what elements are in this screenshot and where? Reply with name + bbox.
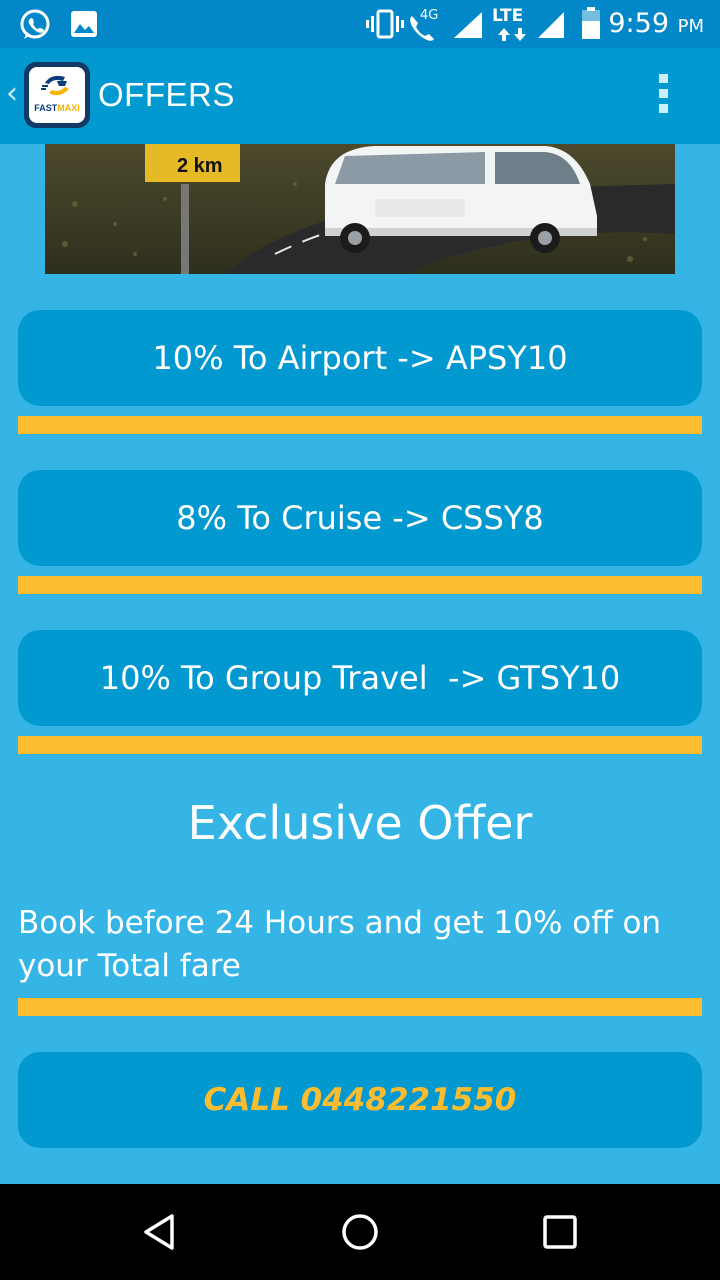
vibrate-icon (366, 9, 404, 39)
overflow-dot (659, 89, 668, 98)
recents-icon[interactable] (540, 1212, 580, 1252)
overflow-dot (659, 74, 668, 83)
offer-cruise-button[interactable]: 8% To Cruise -> CSSY8 (18, 470, 702, 566)
banner-illustration: 2 km (45, 144, 675, 274)
battery-icon (582, 7, 600, 39)
clock-time: 9:59 (608, 8, 670, 39)
app-bar: ‹ FASTMAXI OFFERS (0, 48, 720, 144)
offer-airport-button[interactable]: 10% To Airport -> APSY10 (18, 310, 702, 406)
lte-data-icon (498, 28, 526, 41)
clock-ampm: PM (677, 16, 704, 37)
page-title: OFFERS (98, 76, 235, 113)
lte-label: LTE (492, 6, 524, 26)
clock: 9:59 PM (608, 8, 704, 39)
exclusive-offer-title: Exclusive Offer (187, 796, 533, 850)
home-icon[interactable] (340, 1212, 380, 1252)
logo-mark-icon (41, 75, 69, 96)
app-logo[interactable]: FASTMAXI (24, 62, 90, 128)
whatsapp-icon (20, 9, 50, 39)
app-logo-background: FASTMAXI (29, 67, 85, 123)
back-icon[interactable] (140, 1212, 180, 1252)
signal-icon (538, 12, 564, 38)
logo-text-maxi: MAXI (57, 103, 80, 113)
status-bar: 4G LTE 9:59 PM (0, 0, 720, 48)
call-button[interactable]: CALL 0448221550 (18, 1052, 702, 1148)
banner-image: 2 km (45, 144, 675, 274)
navigation-bar (0, 1184, 720, 1280)
offer-group-travel-button[interactable]: 10% To Group Travel -> GTSY10 (18, 630, 702, 726)
divider (18, 998, 702, 1016)
image-icon (71, 11, 97, 37)
overflow-menu-icon[interactable] (658, 74, 670, 118)
svg-text:2 km: 2 km (177, 155, 223, 177)
overflow-dot (659, 104, 668, 113)
app-logo-text: FASTMAXI (31, 103, 83, 113)
signal-icon (454, 12, 482, 38)
call-network-label: 4G (420, 8, 439, 23)
logo-text-fast: FAST (34, 103, 58, 113)
exclusive-offer-description: Book before 24 Hours and get 10% off on … (18, 905, 662, 984)
divider (18, 736, 702, 754)
divider (18, 576, 702, 594)
divider (18, 416, 702, 434)
back-chevron-icon[interactable]: ‹ (6, 76, 18, 111)
